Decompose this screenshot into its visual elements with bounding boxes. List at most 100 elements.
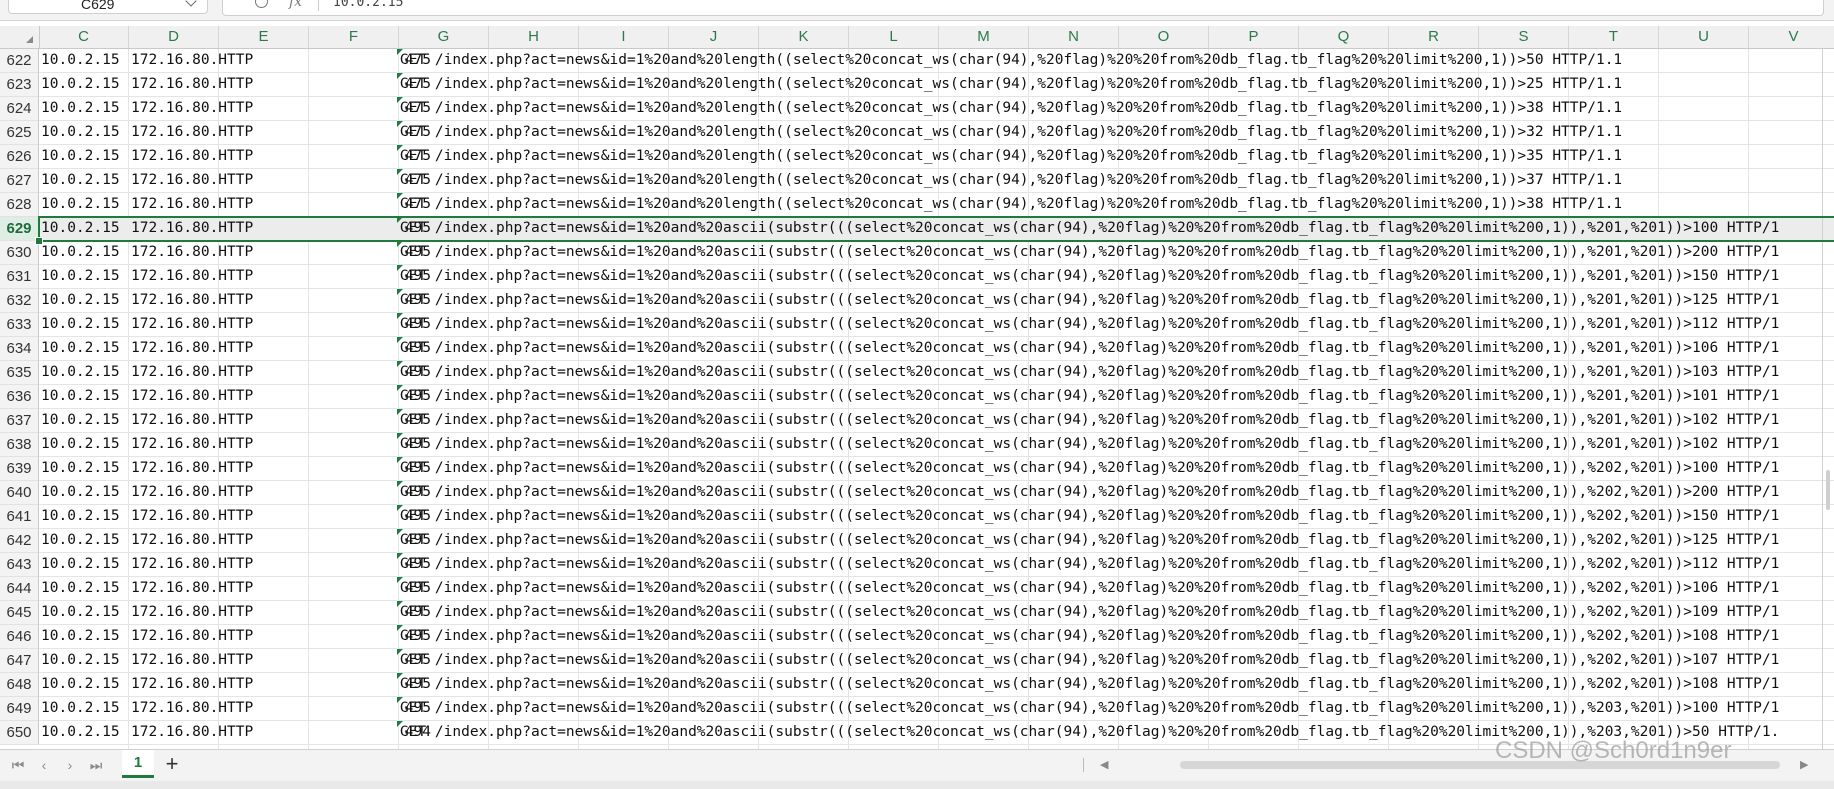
destination-protocol-cell[interactable]: 172.16.80.HTTP: [131, 625, 253, 648]
table-row[interactable]: 10.0.2.15 172.16.80.HTTP 475 GET /index.php…: [39, 169, 1834, 193]
table-row[interactable]: 10.0.2.15 172.16.80.HTTP 495 GET /index.php…: [39, 481, 1834, 505]
scroll-left-icon[interactable]: ◀: [1100, 758, 1108, 771]
request-info-cell[interactable]: GET /index.php?act=news&id=1%20and%20asc…: [400, 409, 1779, 432]
destination-protocol-cell[interactable]: 172.16.80.HTTP: [131, 337, 253, 360]
table-row[interactable]: 10.0.2.15 172.16.80.HTTP 495 GET /index.php…: [39, 409, 1834, 433]
destination-protocol-cell[interactable]: 172.16.80.HTTP: [131, 145, 253, 168]
request-info-cell[interactable]: GET /index.php?act=news&id=1%20and%20asc…: [400, 241, 1779, 264]
table-row[interactable]: 10.0.2.15 172.16.80.HTTP 495 GET /index.php…: [39, 433, 1834, 457]
source-ip-cell[interactable]: 10.0.2.15: [41, 601, 120, 624]
destination-protocol-cell[interactable]: 172.16.80.HTTP: [131, 481, 253, 504]
source-ip-cell[interactable]: 10.0.2.15: [41, 385, 120, 408]
row-header[interactable]: 631: [0, 265, 39, 289]
first-sheet-icon[interactable]: ⏮: [10, 757, 26, 773]
column-header-g[interactable]: G: [399, 26, 489, 48]
destination-protocol-cell[interactable]: 172.16.80.HTTP: [131, 289, 253, 312]
request-info-cell[interactable]: GET /index.php?act=news&id=1%20and%20asc…: [400, 553, 1779, 576]
table-row[interactable]: 10.0.2.15 172.16.80.HTTP 495 GET /index.php…: [39, 625, 1834, 649]
table-row[interactable]: 10.0.2.15 172.16.80.HTTP 495 GET /index.php…: [39, 673, 1834, 697]
table-row[interactable]: 10.0.2.15 172.16.80.HTTP 495 GET /index.php…: [39, 313, 1834, 337]
destination-protocol-cell[interactable]: 172.16.80.HTTP: [131, 385, 253, 408]
destination-protocol-cell[interactable]: 172.16.80.HTTP: [131, 505, 253, 528]
table-row[interactable]: 10.0.2.15 172.16.80.HTTP 495 GET /index.php…: [39, 217, 1834, 241]
request-info-cell[interactable]: GET /index.php?act=news&id=1%20and%20asc…: [400, 433, 1779, 456]
row-header[interactable]: 622: [0, 49, 39, 73]
table-row[interactable]: 10.0.2.15 172.16.80.HTTP 475 GET /index.php…: [39, 145, 1834, 169]
row-header[interactable]: 635: [0, 361, 39, 385]
source-ip-cell[interactable]: 10.0.2.15: [41, 577, 120, 600]
destination-protocol-cell[interactable]: 172.16.80.HTTP: [131, 433, 253, 456]
request-info-cell[interactable]: GET /index.php?act=news&id=1%20and%20asc…: [400, 313, 1779, 336]
source-ip-cell[interactable]: 10.0.2.15: [41, 649, 120, 672]
row-header[interactable]: 623: [0, 73, 39, 97]
row-header[interactable]: 637: [0, 409, 39, 433]
table-row[interactable]: 10.0.2.15 172.16.80.HTTP 495 GET /index.php…: [39, 505, 1834, 529]
destination-protocol-cell[interactable]: 172.16.80.HTTP: [131, 49, 253, 72]
destination-protocol-cell[interactable]: 172.16.80.HTTP: [131, 361, 253, 384]
source-ip-cell[interactable]: 10.0.2.15: [41, 697, 120, 720]
source-ip-cell[interactable]: 10.0.2.15: [41, 265, 120, 288]
destination-protocol-cell[interactable]: 172.16.80.HTTP: [131, 529, 253, 552]
destination-protocol-cell[interactable]: 172.16.80.HTTP: [131, 673, 253, 696]
row-header[interactable]: 648: [0, 673, 39, 697]
name-box[interactable]: C629: [8, 0, 208, 14]
source-ip-cell[interactable]: 10.0.2.15: [41, 457, 120, 480]
destination-protocol-cell[interactable]: 172.16.80.HTTP: [131, 97, 253, 120]
table-row[interactable]: 10.0.2.15 172.16.80.HTTP 495 GET /index.php…: [39, 289, 1834, 313]
request-info-cell[interactable]: GET /index.php?act=news&id=1%20and%20asc…: [400, 625, 1779, 648]
column-header-m[interactable]: M: [939, 26, 1029, 48]
request-info-cell[interactable]: GET /index.php?act=news&id=1%20and%20len…: [400, 49, 1622, 72]
source-ip-cell[interactable]: 10.0.2.15: [41, 121, 120, 144]
table-row[interactable]: 10.0.2.15 172.16.80.HTTP 475 GET /index.php…: [39, 73, 1834, 97]
table-row[interactable]: 10.0.2.15 172.16.80.HTTP 495 GET /index.php…: [39, 577, 1834, 601]
prev-sheet-icon[interactable]: ‹: [36, 757, 52, 773]
column-header-p[interactable]: P: [1209, 26, 1299, 48]
column-header-s[interactable]: S: [1479, 26, 1569, 48]
row-header[interactable]: 625: [0, 121, 39, 145]
source-ip-cell[interactable]: 10.0.2.15: [41, 337, 120, 360]
source-ip-cell[interactable]: 10.0.2.15: [41, 169, 120, 192]
row-header[interactable]: 629: [0, 217, 39, 241]
request-info-cell[interactable]: GET /index.php?act=news&id=1%20and%20len…: [400, 193, 1622, 216]
request-info-cell[interactable]: GET /index.php?act=news&id=1%20and%20asc…: [400, 481, 1779, 504]
row-header[interactable]: 627: [0, 169, 39, 193]
row-header[interactable]: 643: [0, 553, 39, 577]
column-header-f[interactable]: F: [309, 26, 399, 48]
row-header[interactable]: 642: [0, 529, 39, 553]
cell-grid[interactable]: 10.0.2.15 172.16.80.HTTP 475 GET /index.php…: [39, 49, 1834, 749]
source-ip-cell[interactable]: 10.0.2.15: [41, 529, 120, 552]
destination-protocol-cell[interactable]: 172.16.80.HTTP: [131, 577, 253, 600]
formula-input[interactable]: fx 10.0.2.15: [222, 0, 1824, 16]
row-header[interactable]: 641: [0, 505, 39, 529]
sheet-tab-1[interactable]: 1: [122, 750, 154, 778]
destination-protocol-cell[interactable]: 172.16.80.HTTP: [131, 241, 253, 264]
destination-protocol-cell[interactable]: 172.16.80.HTTP: [131, 217, 253, 240]
source-ip-cell[interactable]: 10.0.2.15: [41, 481, 120, 504]
source-ip-cell[interactable]: 10.0.2.15: [41, 217, 120, 240]
select-all-button[interactable]: [0, 26, 40, 48]
request-info-cell[interactable]: GET /index.php?act=news&id=1%20and%20asc…: [400, 457, 1779, 480]
source-ip-cell[interactable]: 10.0.2.15: [41, 73, 120, 96]
source-ip-cell[interactable]: 10.0.2.15: [41, 721, 120, 744]
row-header[interactable]: 630: [0, 241, 39, 265]
scroll-right-icon[interactable]: ▶: [1800, 758, 1808, 771]
column-header-q[interactable]: Q: [1299, 26, 1389, 48]
request-info-cell[interactable]: GET /index.php?act=news&id=1%20and%20asc…: [400, 217, 1779, 240]
source-ip-cell[interactable]: 10.0.2.15: [41, 553, 120, 576]
column-header-d[interactable]: D: [129, 26, 219, 48]
next-sheet-icon[interactable]: ›: [62, 757, 78, 773]
request-info-cell[interactable]: GET /index.php?act=news&id=1%20and%20len…: [400, 145, 1622, 168]
column-header-k[interactable]: K: [759, 26, 849, 48]
table-row[interactable]: 10.0.2.15 172.16.80.HTTP 495 GET /index.php…: [39, 529, 1834, 553]
request-info-cell[interactable]: GET /index.php?act=news&id=1%20and%20asc…: [400, 577, 1779, 600]
request-info-cell[interactable]: GET /index.php?act=news&id=1%20and%20len…: [400, 97, 1622, 120]
source-ip-cell[interactable]: 10.0.2.15: [41, 49, 120, 72]
column-header-i[interactable]: I: [579, 26, 669, 48]
row-header[interactable]: 626: [0, 145, 39, 169]
destination-protocol-cell[interactable]: 172.16.80.HTTP: [131, 649, 253, 672]
destination-protocol-cell[interactable]: 172.16.80.HTTP: [131, 265, 253, 288]
column-header-r[interactable]: R: [1389, 26, 1479, 48]
table-row[interactable]: 10.0.2.15 172.16.80.HTTP 495 GET /index.php…: [39, 337, 1834, 361]
formula-content[interactable]: 10.0.2.15: [333, 0, 403, 10]
table-row[interactable]: 10.0.2.15 172.16.80.HTTP 495 GET /index.php…: [39, 265, 1834, 289]
